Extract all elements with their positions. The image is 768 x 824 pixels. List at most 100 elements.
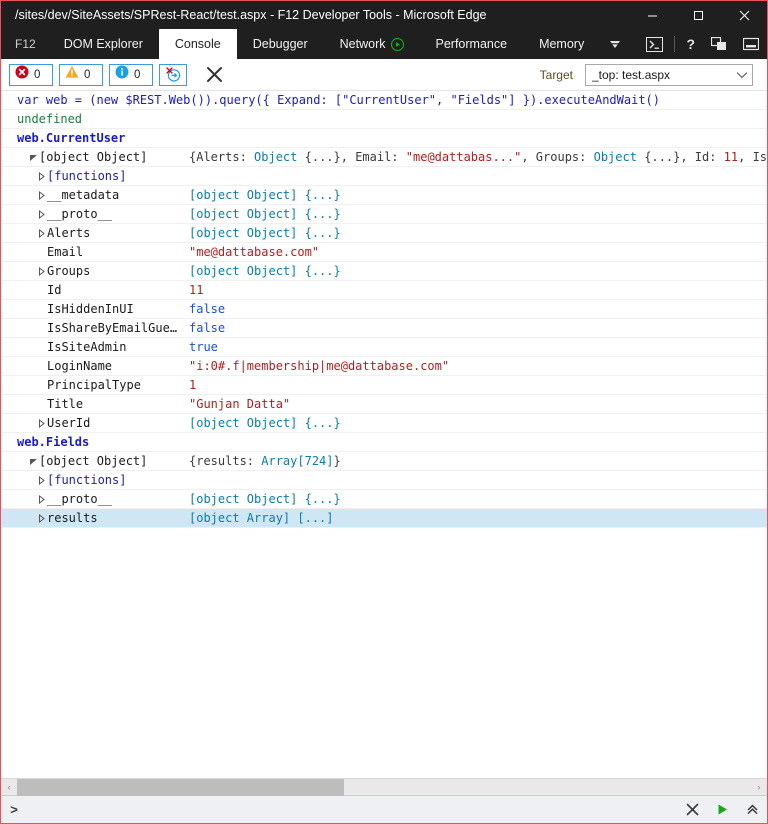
object-tree-row[interactable]: results [object Array] [...] <box>1 509 767 528</box>
toolbar-divider <box>674 36 676 52</box>
object-tree-value: [object Object] {...} <box>189 416 341 430</box>
object-tree-key: __proto__ <box>47 492 113 506</box>
tabbar-spacer <box>630 29 638 59</box>
minimize-pane-icon[interactable] <box>735 29 767 59</box>
maximize-button[interactable] <box>675 1 721 29</box>
window-title: /sites/dev/SiteAssets/SPRest-React/test.… <box>15 8 487 22</box>
console-command-row[interactable]: var web = (new $REST.Web()).query({ Expa… <box>1 91 767 110</box>
chevron-down-icon <box>736 68 748 82</box>
object-tree-row[interactable]: Title "Gunjan Datta" <box>1 395 767 414</box>
expand-triangle-right-icon[interactable] <box>35 205 47 223</box>
tab-performance[interactable]: Performance <box>420 29 524 59</box>
expand-triangle-right-icon[interactable] <box>35 186 47 204</box>
object-tree-row[interactable]: Groups [object Object] {...} <box>1 262 767 281</box>
console-command-text: var web = (new $REST.Web()).query({ Expa… <box>17 93 660 107</box>
object-tree-row[interactable]: Alerts [object Object] {...} <box>1 224 767 243</box>
object-tree-row[interactable]: Email "me@dattabase.com" <box>1 243 767 262</box>
tab-console[interactable]: Console <box>158 29 237 59</box>
error-icon <box>15 65 29 84</box>
expand-triangle-down-icon[interactable] <box>27 452 39 470</box>
object-tree-row[interactable]: [object Object] {Alerts: Object {...}, Em… <box>1 148 767 167</box>
scroll-right-arrow-icon[interactable]: › <box>751 779 767 796</box>
object-tree-row[interactable]: [functions] <box>1 167 767 186</box>
scrollbar-thumb[interactable] <box>17 778 344 796</box>
expand-triangle-right-icon[interactable] <box>35 490 47 508</box>
minimize-button[interactable] <box>629 1 675 29</box>
help-icon-glyph: ? <box>686 36 695 52</box>
tab-console-label: Console <box>174 37 221 51</box>
object-tree-key: PrincipalType <box>47 378 141 392</box>
horizontal-scrollbar[interactable]: ‹ › <box>1 778 767 796</box>
object-tree-value: {results: Array[724]} <box>189 454 341 468</box>
expand-triangle-down-icon[interactable] <box>27 148 39 166</box>
console-expression-label[interactable]: web.CurrentUser <box>1 129 767 148</box>
object-tree-row[interactable]: __metadata [object Object] {...} <box>1 186 767 205</box>
object-tree-value: [object Object] {...} <box>189 492 341 506</box>
object-tree-key: UserId <box>47 416 91 430</box>
object-tree-value: [object Object] {...} <box>189 226 341 240</box>
object-tree-key: IsSiteAdmin <box>47 340 127 354</box>
object-tree-row[interactable]: LoginName "i:0#.f|membership|me@dattabase… <box>1 357 767 376</box>
scroll-left-arrow-icon[interactable]: ‹ <box>1 779 17 796</box>
devtools-window: /sites/dev/SiteAssets/SPRest-React/test.… <box>0 0 768 824</box>
tab-dom-explorer[interactable]: DOM Explorer <box>48 29 159 59</box>
console-expression-label[interactable]: web.Fields <box>1 433 767 452</box>
expand-input-icon[interactable] <box>737 796 767 824</box>
console-prompt-icon[interactable] <box>638 29 671 59</box>
object-tree-row[interactable]: [functions] <box>1 471 767 490</box>
object-tree-row[interactable]: UserId [object Object] {...} <box>1 414 767 433</box>
object-tree-row[interactable]: [object Object] {results: Array[724]} <box>1 452 767 471</box>
expand-triangle-right-icon[interactable] <box>35 414 47 432</box>
scrollbar-track[interactable] <box>17 778 751 796</box>
f12-label: F12 <box>15 37 36 51</box>
warning-count: 0 <box>84 68 91 81</box>
object-tree-value: [object Array] [...] <box>189 511 334 525</box>
object-tree-row[interactable]: IsShareByEmailGue… false <box>1 319 767 338</box>
tab-memory-label: Memory <box>539 37 585 51</box>
more-tools-chevron-down-icon[interactable] <box>600 29 630 59</box>
title-bar: /sites/dev/SiteAssets/SPRest-React/test.… <box>1 1 767 29</box>
clear-input-icon[interactable] <box>677 796 707 824</box>
console-input[interactable] <box>27 795 677 824</box>
object-tree-row[interactable]: IsHiddenInUI false <box>1 300 767 319</box>
dock-windows-icon[interactable] <box>703 29 735 59</box>
info-icon <box>115 65 129 84</box>
warning-counter[interactable]: 0 <box>59 63 103 86</box>
console-output[interactable]: var web = (new $REST.Web()).query({ Expa… <box>1 91 767 778</box>
console-toolbar: 0 0 0 Target _top: test.aspx <box>1 59 767 91</box>
clear-on-navigate-icon[interactable] <box>159 63 187 86</box>
prompt-caret-icon: > <box>10 802 18 817</box>
clear-console-icon[interactable] <box>199 62 229 88</box>
object-tree-row[interactable]: __proto__ [object Object] {...} <box>1 205 767 224</box>
object-tree-value: [object Object] {...} <box>189 264 341 278</box>
object-tree-row[interactable]: IsSiteAdmin true <box>1 338 767 357</box>
close-button[interactable] <box>721 1 767 29</box>
object-tree-value: [object Object] {...} <box>189 188 341 202</box>
expand-triangle-right-icon[interactable] <box>35 471 47 489</box>
tab-memory[interactable]: Memory <box>523 29 600 59</box>
object-tree-key: __proto__ <box>47 207 113 221</box>
console-expression-text: web.Fields <box>17 435 90 449</box>
target-select[interactable]: _top: test.aspx <box>585 63 753 86</box>
object-tree-row[interactable]: __proto__ [object Object] {...} <box>1 490 767 509</box>
record-icon <box>390 37 404 51</box>
object-tree-key: [object Object] <box>39 150 148 164</box>
help-icon[interactable]: ? <box>678 29 703 59</box>
run-script-icon[interactable] <box>707 796 737 824</box>
object-tree-row[interactable]: Id 11 <box>1 281 767 300</box>
tab-network[interactable]: Network <box>324 29 420 59</box>
info-counter[interactable]: 0 <box>109 63 153 86</box>
object-tree-value: "Gunjan Datta" <box>189 397 291 411</box>
expand-triangle-right-icon[interactable] <box>35 509 47 527</box>
object-tree-row[interactable]: PrincipalType 1 <box>1 376 767 395</box>
tab-debugger[interactable]: Debugger <box>237 29 324 59</box>
tab-bar: F12 DOM Explorer Console Debugger Networ… <box>1 29 767 59</box>
console-prompt-bar: > <box>1 795 767 824</box>
error-counter[interactable]: 0 <box>9 63 53 86</box>
console-expression-text: web.CurrentUser <box>17 131 126 145</box>
target-select-value: _top: test.aspx <box>592 67 671 82</box>
expand-triangle-right-icon[interactable] <box>35 224 47 242</box>
expand-triangle-right-icon[interactable] <box>35 262 47 280</box>
console-result-row[interactable]: undefined <box>1 110 767 129</box>
expand-triangle-right-icon[interactable] <box>35 167 47 185</box>
